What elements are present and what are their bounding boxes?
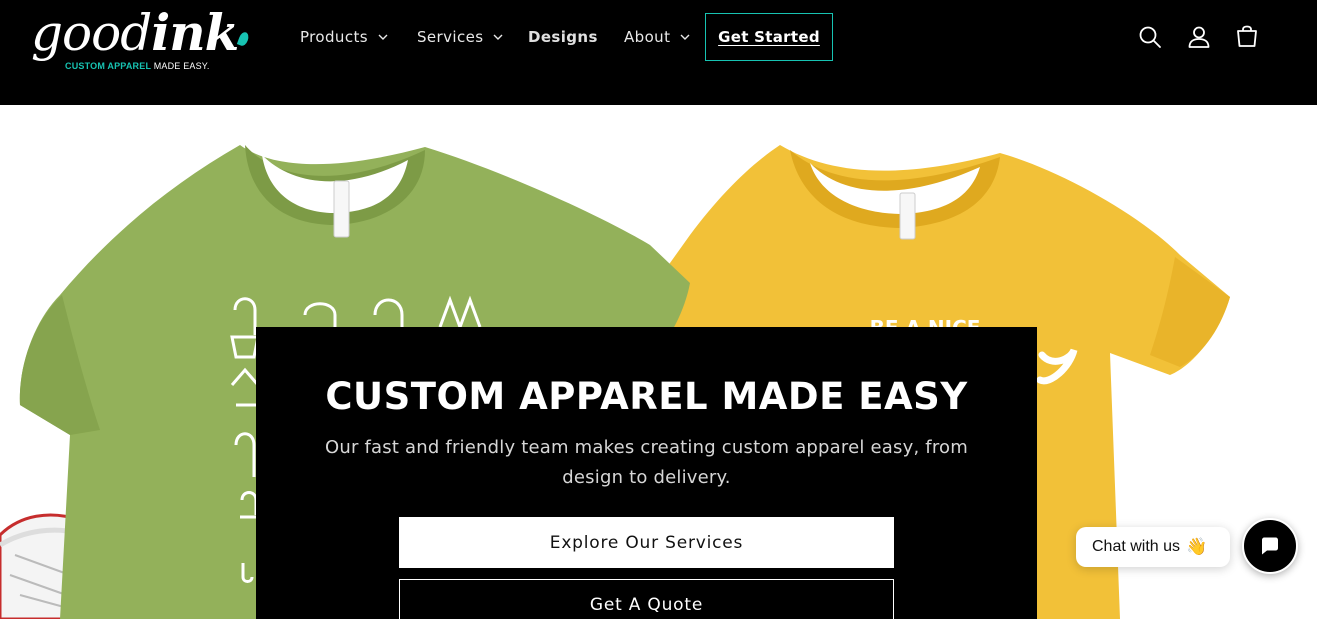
wave-emoji-icon: 👋 [1186,537,1208,556]
nav-item-label: Products [300,28,368,46]
explore-services-button[interactable]: Explore Our Services [399,517,894,568]
chat-prompt-bubble[interactable]: Chat with us 👋 [1076,527,1230,567]
logo-tagline: CUSTOM APPAREL MADE EASY. [65,61,210,71]
site-header: goodink CUSTOM APPAREL MADE EASY. Produc… [0,0,1317,105]
hero-content-panel: CUSTOM APPAREL MADE EASY Our fast and fr… [256,327,1037,619]
hero-subtext: Our fast and friendly team makes creatin… [325,437,968,488]
chevron-down-icon [493,34,503,40]
nav-item-products[interactable]: Products [300,26,389,48]
hero-headline: CUSTOM APPAREL MADE EASY [325,375,968,418]
nav-item-about[interactable]: About [624,26,691,48]
chat-launcher-button[interactable] [1242,518,1298,574]
chevron-down-icon [680,34,690,40]
logo-ink-drop-icon [236,30,251,48]
nav-item-services[interactable]: Services [417,26,504,48]
chat-icon [1262,537,1278,555]
chevron-down-icon [378,34,388,40]
account-icon[interactable] [1186,24,1212,50]
nav-item-label: Designs [528,28,598,46]
search-icon[interactable] [1137,24,1163,50]
nav-item-label: Services [417,28,484,46]
chat-label: Chat with us [1092,538,1181,555]
nav-item-designs[interactable]: Designs [528,26,598,48]
nav-item-label: About [624,28,671,46]
get-quote-button[interactable]: Get A Quote [399,579,894,619]
get-started-button[interactable]: Get Started [705,13,833,61]
logo-wordmark: goodink [31,3,239,62]
site-logo[interactable]: goodink CUSTOM APPAREL MADE EASY. [31,2,261,74]
cart-icon[interactable] [1234,24,1260,50]
